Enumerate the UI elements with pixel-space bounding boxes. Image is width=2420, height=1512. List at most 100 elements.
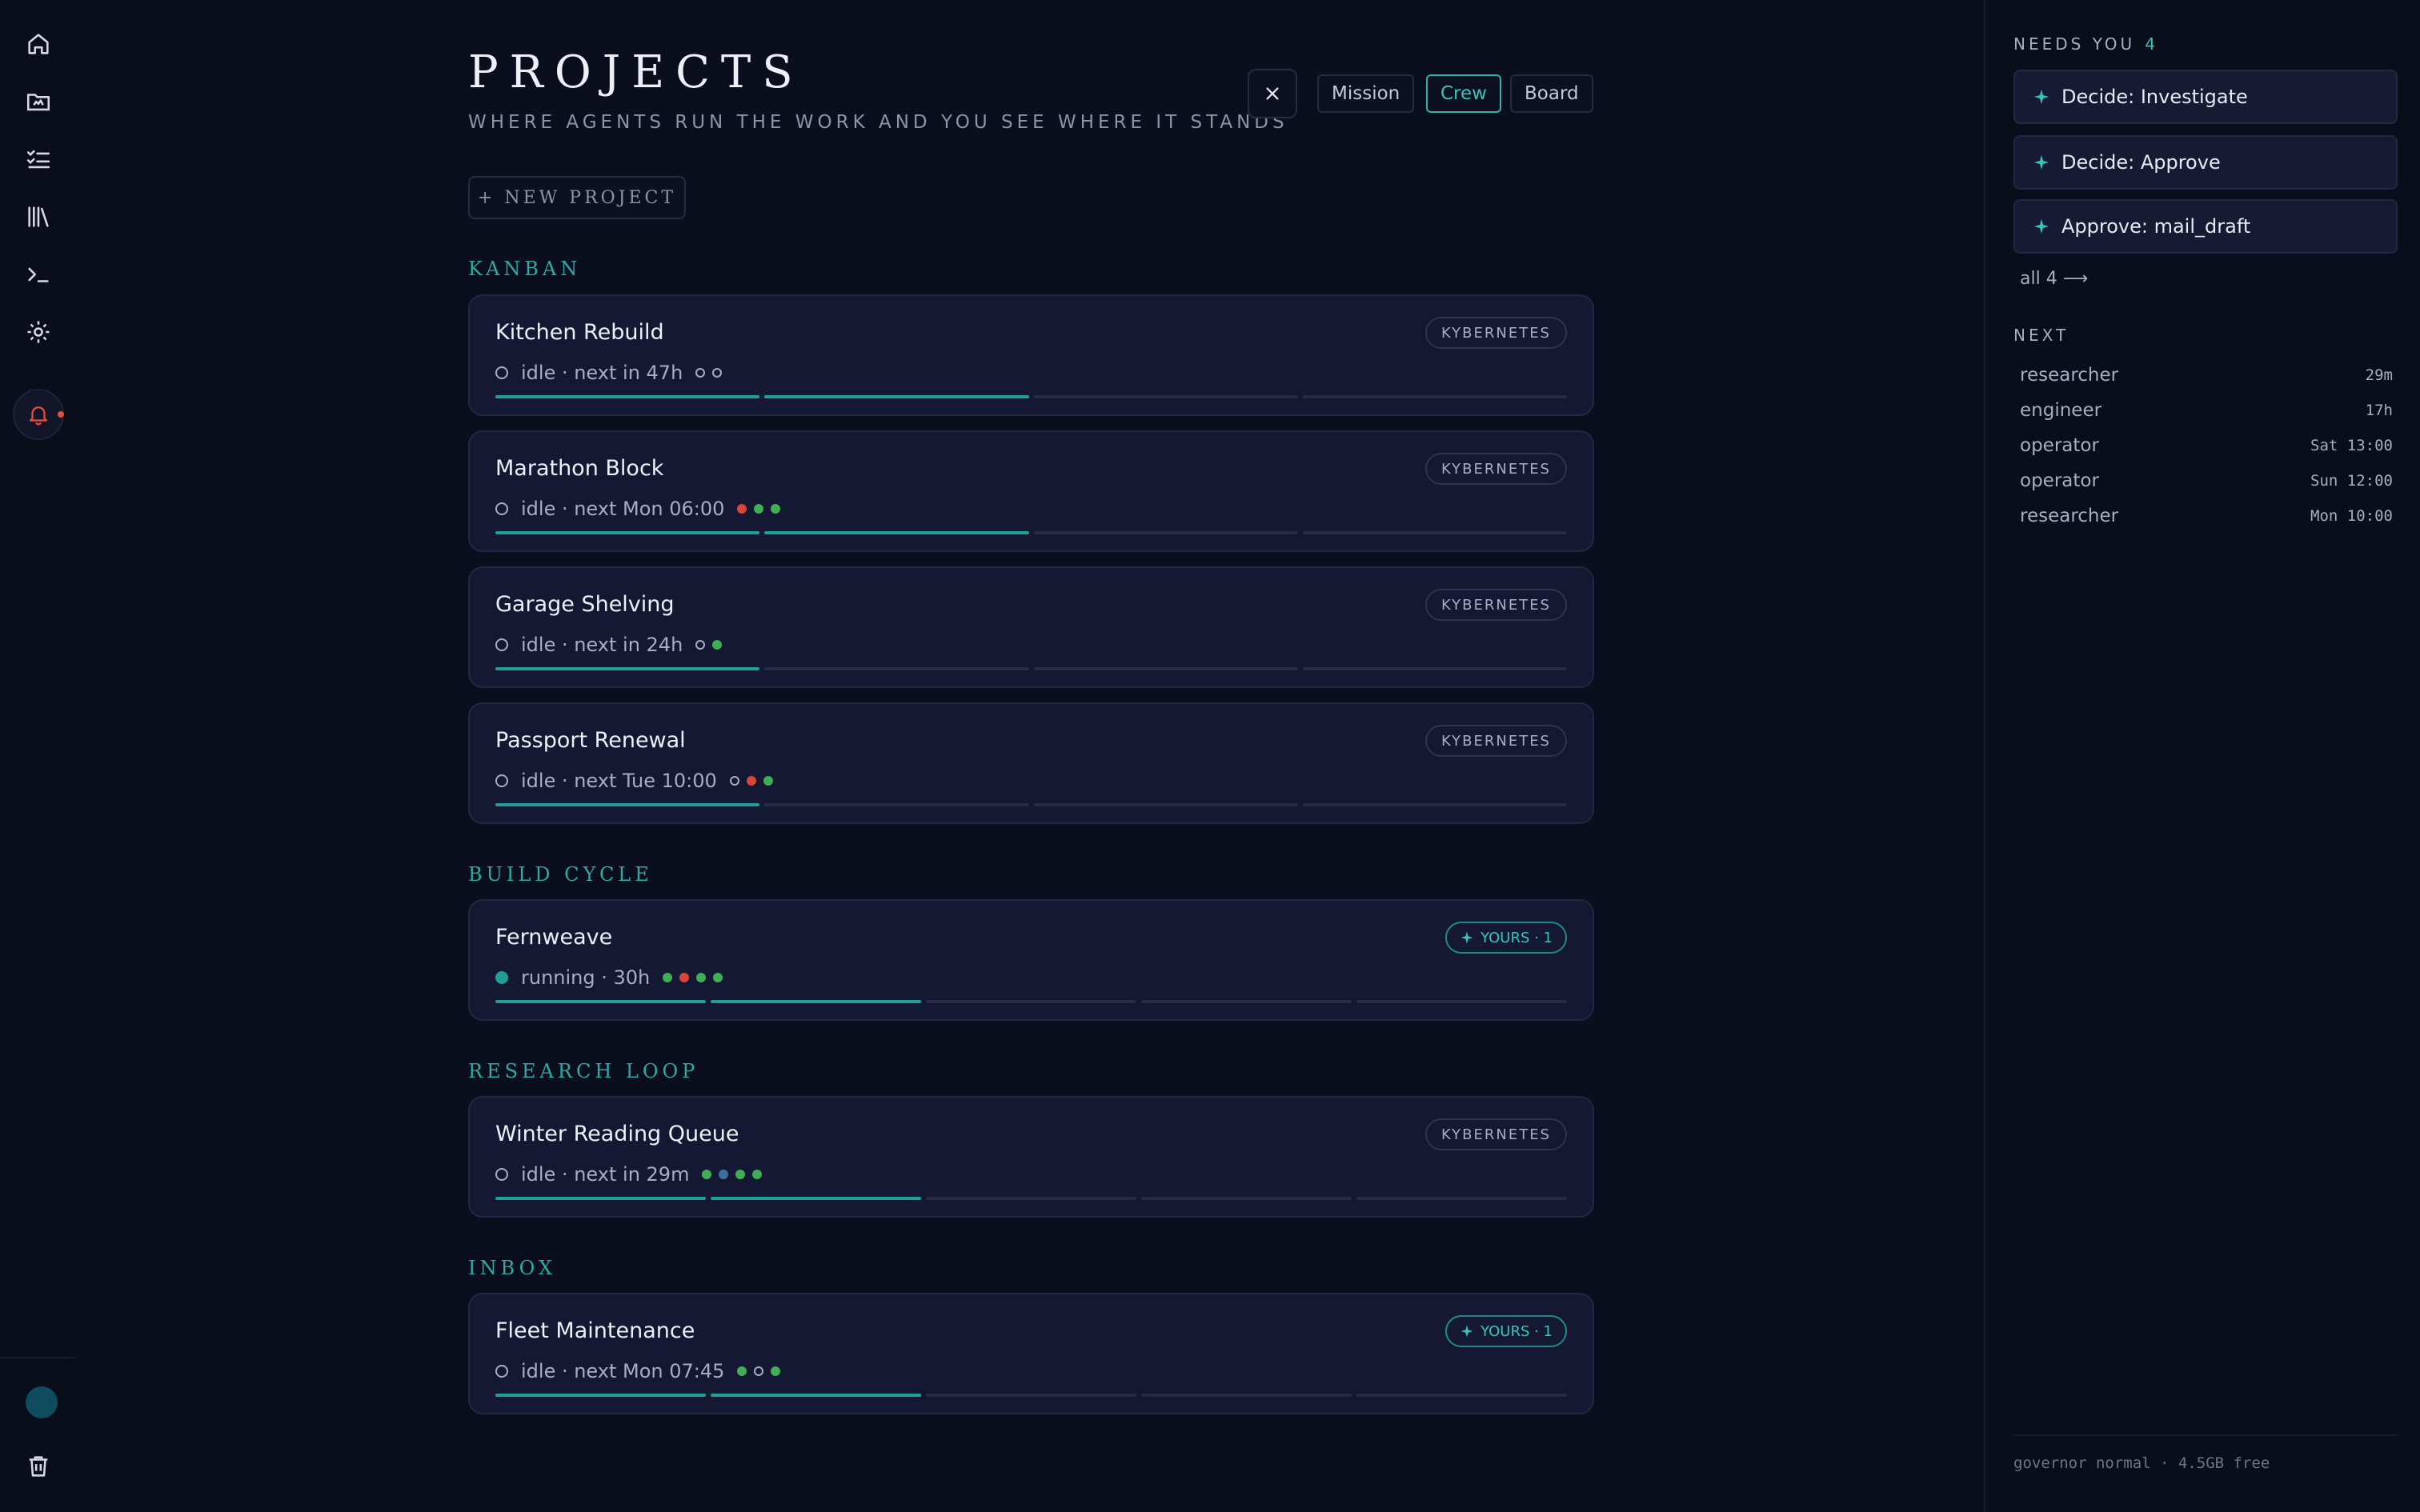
idle-indicator xyxy=(495,366,508,379)
run-dot xyxy=(719,1170,729,1179)
run-dot xyxy=(702,1170,712,1179)
status-text: idle · next Tue 10:00 xyxy=(521,770,717,792)
status-row: idle · next Mon 06:00 xyxy=(495,496,781,522)
library-icon[interactable] xyxy=(24,202,53,231)
sparkle-icon xyxy=(2033,154,2049,170)
progress-track xyxy=(495,1394,1567,1397)
progress-segment xyxy=(1302,531,1567,534)
project-card[interactable]: Winter Reading Queue KYBERNETES idle · nex… xyxy=(468,1096,1594,1218)
run-dot xyxy=(763,776,773,786)
progress-segment xyxy=(495,1394,706,1397)
needs-you-item[interactable]: Decide: Approve xyxy=(2013,135,2398,190)
next-item[interactable]: operator Sun 12:00 xyxy=(2020,469,2393,493)
project-card[interactable]: Fleet Maintenance YOURS · 1 idle · next Mo… xyxy=(468,1293,1594,1414)
agent-badge: KYBERNETES xyxy=(1424,1118,1567,1150)
progress-segment xyxy=(495,667,760,670)
badge-label: YOURS · 1 xyxy=(1480,929,1553,946)
project-card[interactable]: Fernweave YOURS · 1 running · 30h xyxy=(468,899,1594,1021)
idle-indicator xyxy=(495,638,508,651)
next-title: NEXT xyxy=(2013,326,2069,345)
run-history xyxy=(663,973,723,982)
next-item[interactable]: researcher 29m xyxy=(2020,363,2393,387)
run-dot xyxy=(663,973,673,982)
needs-you-item[interactable]: Approve: mail_draft xyxy=(2013,199,2398,254)
badge-label: KYBERNETES xyxy=(1440,460,1551,478)
section-label: KANBAN xyxy=(468,258,582,280)
project-name: Marathon Block xyxy=(495,456,664,481)
progress-segment xyxy=(926,1394,1136,1397)
new-project-button[interactable]: + NEW PROJECT xyxy=(468,176,686,219)
needs-you-title: NEEDS YOU xyxy=(2013,34,2136,54)
trash-icon[interactable] xyxy=(24,1452,53,1481)
next-item[interactable]: engineer 17h xyxy=(2020,398,2393,422)
idle-indicator xyxy=(495,1168,508,1181)
next-role: researcher xyxy=(2020,365,2119,386)
next-item[interactable]: operator Sat 13:00 xyxy=(2020,434,2393,458)
idle-indicator xyxy=(495,774,508,787)
run-dot xyxy=(713,973,723,982)
status-text: idle · next in 47h xyxy=(521,362,683,384)
run-dot xyxy=(735,1170,746,1179)
project-card[interactable]: Marathon Block KYBERNETES idle · next Mon … xyxy=(468,430,1594,552)
sparkle-icon xyxy=(2033,218,2049,234)
all-asks-link[interactable]: all 4 ⟶ xyxy=(2020,269,2088,289)
status-text: idle · next Mon 07:45 xyxy=(521,1360,725,1382)
needs-you-item[interactable]: Decide: Investigate xyxy=(2013,70,2398,124)
gear-icon[interactable] xyxy=(24,318,53,346)
run-dot xyxy=(679,973,690,982)
status-row: idle · next Tue 10:00 xyxy=(495,768,773,794)
agent-badge: KYBERNETES xyxy=(1424,317,1567,349)
progress-segment xyxy=(1302,395,1567,398)
next-role: operator xyxy=(2020,470,2099,491)
progress-track xyxy=(495,1000,1567,1003)
progress-track xyxy=(495,667,1567,670)
status-text: idle · next in 29m xyxy=(521,1163,690,1186)
yours-badge[interactable]: YOURS · 1 xyxy=(1445,1315,1567,1347)
view-tab-mission[interactable]: Mission xyxy=(1317,74,1415,113)
agent-badge: KYBERNETES xyxy=(1424,589,1567,621)
progress-segment xyxy=(764,395,1029,398)
next-item[interactable]: researcher Mon 10:00 xyxy=(2020,504,2393,528)
run-history xyxy=(729,776,773,786)
status-text: idle · next Mon 06:00 xyxy=(521,498,725,520)
terminal-icon[interactable] xyxy=(24,260,53,289)
agent-badge: KYBERNETES xyxy=(1424,725,1567,757)
project-card[interactable]: Passport Renewal KYBERNETES idle · next Tu… xyxy=(468,702,1594,824)
progress-track xyxy=(495,395,1567,398)
section-label: BUILD CYCLE xyxy=(468,863,653,886)
run-dot xyxy=(696,973,707,982)
project-card[interactable]: Kitchen Rebuild KYBERNETES idle · next in … xyxy=(468,294,1594,416)
needs-you-label: Decide: Investigate xyxy=(2061,86,2248,108)
needs-you-label: Decide: Approve xyxy=(2061,151,2221,174)
next-time: Sun 12:00 xyxy=(2310,472,2393,490)
checklist-icon[interactable] xyxy=(24,145,53,174)
view-tab-board[interactable]: Board xyxy=(1510,74,1593,113)
next-time: 17h xyxy=(2365,402,2393,419)
next-time: Mon 10:00 xyxy=(2310,507,2393,525)
run-history xyxy=(695,368,723,378)
progress-segment xyxy=(1141,1394,1352,1397)
yours-badge[interactable]: YOURS · 1 xyxy=(1445,922,1567,954)
sparkle-icon xyxy=(1460,1325,1473,1338)
agent-badge: KYBERNETES xyxy=(1424,453,1567,485)
notifications-button[interactable] xyxy=(13,389,64,440)
page-title: PROJECTS xyxy=(468,46,804,98)
run-dot xyxy=(754,504,764,514)
project-name: Fernweave xyxy=(495,925,613,950)
close-button[interactable] xyxy=(1248,69,1297,118)
left-rail xyxy=(0,0,75,1512)
progress-segment xyxy=(1141,1000,1352,1003)
progress-segment xyxy=(764,803,1029,806)
run-dot xyxy=(737,504,747,514)
view-tab-crew[interactable]: Crew xyxy=(1426,74,1501,113)
progress-track xyxy=(495,531,1567,534)
project-name: Passport Renewal xyxy=(495,728,686,753)
home-icon[interactable] xyxy=(24,30,53,58)
section-label: RESEARCH LOOP xyxy=(468,1060,699,1082)
status-row: idle · next in 47h xyxy=(495,360,723,386)
folder-icon[interactable] xyxy=(24,87,53,116)
project-card[interactable]: Garage Shelving KYBERNETES idle · next in … xyxy=(468,566,1594,688)
avatar[interactable] xyxy=(26,1386,58,1418)
right-panel: NEEDS YOU 4 Decide: Investigate Decide: Ap… xyxy=(1984,0,2420,1512)
run-history xyxy=(737,1366,781,1376)
